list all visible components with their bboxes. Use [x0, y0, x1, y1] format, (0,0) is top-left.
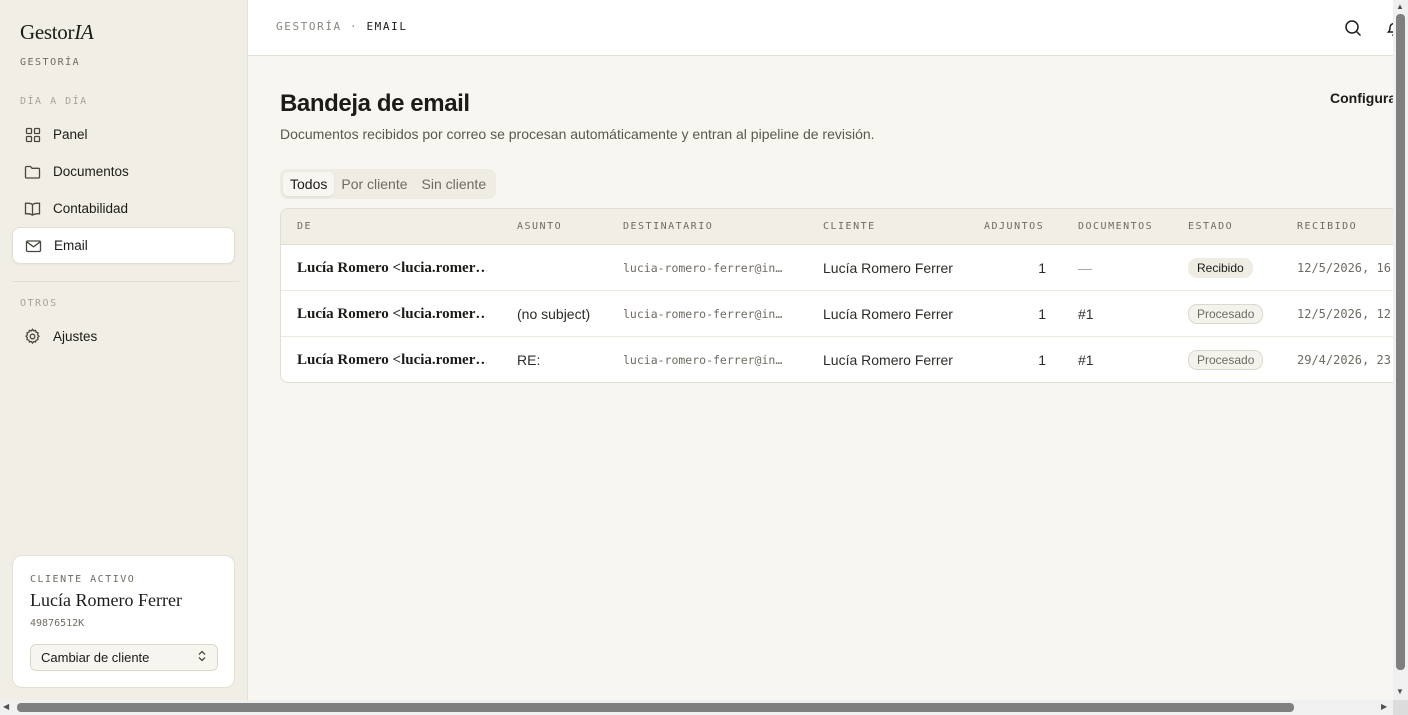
sidebar-item-documentos[interactable]: Documentos — [12, 153, 235, 190]
column-header-adjuntos[interactable]: ADJUNTOS — [984, 221, 1044, 232]
vertical-scrollbar[interactable]: ▲ ▼ — [1393, 0, 1408, 700]
cell-asunto: (no subject) — [517, 306, 591, 322]
table-row[interactable]: Lucía Romero <lucia.romer… lucia-romero-… — [281, 245, 1393, 291]
cell-destinatario: lucia-romero-ferrer@in… — [623, 307, 783, 321]
mail-icon — [25, 237, 42, 254]
cell-de: Lucía Romero <lucia.romer… — [297, 305, 487, 322]
cell-estado: Procesado — [1188, 337, 1288, 382]
cell-cliente: Lucía Romero Ferrer — [823, 352, 953, 368]
search-icon[interactable] — [1343, 18, 1363, 38]
cell-estado: Procesado — [1188, 291, 1288, 337]
breadcrumb-separator: · — [341, 20, 367, 33]
cell-destinatario: lucia-romero-ferrer@in… — [623, 353, 783, 367]
cell-recibido: 12/5/2026, 12 — [1297, 307, 1391, 321]
cell-documentos: — — [1078, 260, 1092, 276]
topbar: GESTORÍA · EMAIL — [248, 0, 1393, 56]
tab-sin-cliente[interactable]: Sin cliente — [415, 172, 494, 196]
column-header-destinatario[interactable]: DESTINATARIO — [623, 221, 713, 232]
app-window: GestorIA GESTORÍA DÍA A DÍA Panel Docume… — [0, 0, 1393, 700]
change-client-button[interactable]: Cambiar de cliente — [30, 644, 218, 671]
cell-de: Lucía Romero <lucia.romer… — [297, 259, 487, 276]
section-label-other: OTROS — [20, 298, 58, 309]
cell-destinatario: lucia-romero-ferrer@in… — [623, 261, 783, 275]
brand-logo[interactable]: GestorIA — [20, 20, 94, 45]
cell-cliente: Lucía Romero Ferrer — [823, 306, 953, 322]
scroll-up-arrow-icon[interactable]: ▲ — [1396, 3, 1404, 11]
cell-asunto: RE: — [517, 352, 541, 368]
table-row[interactable]: Lucía Romero <lucia.romer… (no subject) … — [281, 291, 1393, 337]
horizontal-scrollbar-thumb[interactable] — [17, 703, 1294, 712]
active-client-card: CLIENTE ACTIVO Lucía Romero Ferrer 49876… — [12, 555, 235, 688]
change-client-label: Cambiar de cliente — [41, 650, 150, 665]
chevron-up-down-icon — [197, 649, 207, 667]
active-client-label: CLIENTE ACTIVO — [30, 574, 136, 585]
sidebar-item-label: Contabilidad — [53, 201, 129, 216]
sidebar-item-email[interactable]: Email — [12, 227, 235, 264]
column-header-de[interactable]: DE — [297, 221, 312, 232]
sidebar-item-panel[interactable]: Panel — [12, 116, 235, 153]
brand-name-suffix: IA — [74, 20, 94, 44]
cell-recibido: 29/4/2026, 23 — [1297, 353, 1391, 367]
gear-icon — [24, 328, 41, 345]
bell-icon[interactable] — [1384, 18, 1393, 38]
status-badge: Recibido — [1188, 258, 1253, 278]
sidebar-item-ajustes[interactable]: Ajustes — [12, 318, 235, 355]
sidebar-item-label: Email — [54, 238, 88, 253]
cell-adjuntos: 1 — [1038, 260, 1046, 276]
active-client-nif: 49876512K — [30, 618, 85, 629]
cell-asunto — [517, 245, 617, 291]
vertical-scrollbar-thumb[interactable] — [1396, 14, 1405, 670]
page-description: Documentos recibidos por correo se proce… — [280, 126, 875, 142]
cell-documentos[interactable]: #1 — [1078, 337, 1158, 382]
breadcrumb: GESTORÍA · EMAIL — [276, 20, 408, 33]
main-content: Bandeja de email Documentos recibidos po… — [248, 56, 1393, 700]
cell-adjuntos: 1 — [1038, 352, 1046, 368]
status-badge: Procesado — [1188, 350, 1264, 370]
column-header-recibido[interactable]: RECIBIDO — [1297, 221, 1357, 232]
tab-todos[interactable]: Todos — [283, 172, 335, 196]
scrollbar-corner — [1393, 700, 1408, 715]
email-table: DE ASUNTO DESTINATARIO CLIENTE ADJUNTOS … — [280, 208, 1393, 383]
column-header-estado[interactable]: ESTADO — [1188, 221, 1233, 232]
table-header: DE ASUNTO DESTINATARIO CLIENTE ADJUNTOS … — [281, 209, 1393, 245]
sidebar-divider — [12, 281, 239, 282]
scroll-right-arrow-icon[interactable]: ▶ — [1381, 703, 1387, 711]
sidebar: GestorIA GESTORÍA DÍA A DÍA Panel Docume… — [0, 0, 248, 700]
column-header-asunto[interactable]: ASUNTO — [517, 221, 562, 232]
book-icon — [24, 200, 41, 217]
cell-documentos[interactable]: #1 — [1078, 291, 1158, 337]
column-header-documentos[interactable]: DOCUMENTOS — [1078, 221, 1153, 232]
grid-icon — [24, 126, 41, 143]
scroll-left-arrow-icon[interactable]: ◀ — [3, 703, 9, 711]
brand-subtitle: GESTORÍA — [20, 57, 81, 68]
breadcrumb-parent[interactable]: GESTORÍA — [276, 20, 342, 33]
status-badge: Procesado — [1188, 304, 1264, 324]
scroll-down-arrow-icon[interactable]: ▼ — [1396, 688, 1404, 696]
sidebar-item-label: Documentos — [53, 164, 129, 179]
cell-recibido: 12/5/2026, 16 — [1297, 261, 1391, 275]
cell-de: Lucía Romero <lucia.romer… — [297, 351, 487, 368]
cell-adjuntos: 1 — [1038, 306, 1046, 322]
filter-tabs: Todos Por cliente Sin cliente — [280, 169, 497, 199]
table-row[interactable]: Lucía Romero <lucia.romer… RE: lucia-rom… — [281, 337, 1393, 382]
page-title: Bandeja de email — [280, 90, 470, 117]
folder-icon — [24, 163, 41, 180]
sidebar-item-contabilidad[interactable]: Contabilidad — [12, 190, 235, 227]
cell-estado: Recibido — [1188, 245, 1288, 291]
column-header-cliente[interactable]: CLIENTE — [823, 221, 876, 232]
breadcrumb-current: EMAIL — [366, 20, 408, 33]
section-label-daily: DÍA A DÍA — [20, 96, 88, 107]
sidebar-item-label: Ajustes — [53, 329, 98, 344]
brand-name: Gestor — [20, 20, 75, 44]
horizontal-scrollbar[interactable]: ◀ ▶ — [0, 700, 1393, 715]
configure-button[interactable]: Configura — [1330, 90, 1393, 106]
active-client-name: Lucía Romero Ferrer — [30, 590, 182, 610]
cell-cliente: Lucía Romero Ferrer — [823, 260, 953, 276]
tab-por-cliente[interactable]: Por cliente — [334, 172, 414, 196]
sidebar-item-label: Panel — [53, 127, 88, 142]
